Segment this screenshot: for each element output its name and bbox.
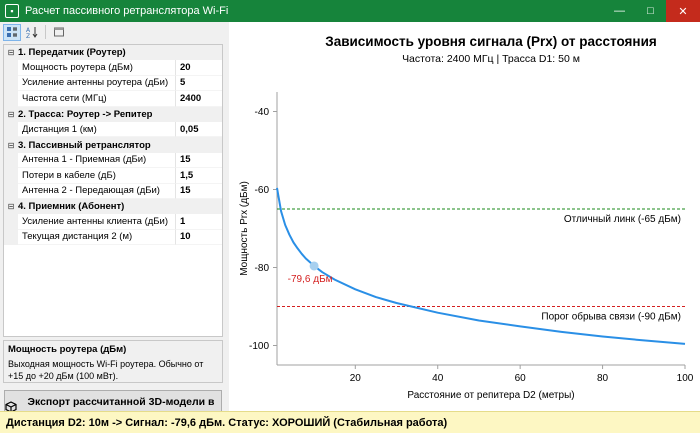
property-name: Потери в кабеле (дБ) xyxy=(18,168,176,184)
row-gutter xyxy=(4,183,18,199)
collapse-icon[interactable]: ⊟ xyxy=(4,141,18,150)
svg-text:Z: Z xyxy=(26,33,30,38)
x-tick-label: 100 xyxy=(677,373,694,384)
property-name: Частота сети (МГц) xyxy=(18,91,176,107)
property-name: Усиление антенны роутера (дБи) xyxy=(18,75,176,92)
property-name: Антенна 1 - Приемная (дБи) xyxy=(18,152,176,169)
left-panel: AZ ⊟ 1. Передатчик (Роутер) Мощность роуте… xyxy=(0,22,226,428)
category-label: 1. Передатчик (Роутер) xyxy=(18,47,126,59)
property-name: Дистанция 1 (км) xyxy=(18,121,176,138)
row-gutter xyxy=(4,121,18,138)
chart-subtitle: Частота: 2400 МГц | Трасса D1: 50 м xyxy=(402,53,580,65)
x-tick-label: 80 xyxy=(597,373,609,384)
current-distance-marker xyxy=(309,261,319,271)
y-tick-label: -60 xyxy=(255,185,270,196)
chart-canvas: Зависимость уровня сигнала (Prx) от расс… xyxy=(239,34,694,401)
close-button[interactable]: ✕ xyxy=(666,0,700,22)
alphabetical-icon[interactable]: AZ xyxy=(23,24,41,41)
row-gutter xyxy=(4,229,18,246)
property-name: Усиление антенны клиента (дБи) xyxy=(18,214,176,230)
property-row[interactable]: Текущая дистанция 2 (м) 10 xyxy=(4,229,222,246)
property-name: Мощность роутера (дБм) xyxy=(18,60,176,76)
row-gutter xyxy=(4,214,18,230)
category-label: 2. Трасса: Роутер -> Репитер xyxy=(18,108,153,120)
category-label: 3. Пассивный ретранслятор xyxy=(18,139,151,151)
property-value[interactable]: 10 xyxy=(176,230,222,246)
minimize-button[interactable]: — xyxy=(604,0,635,22)
property-value[interactable]: 15 xyxy=(176,153,222,169)
collapse-icon[interactable]: ⊟ xyxy=(4,202,18,211)
collapse-icon[interactable]: ⊟ xyxy=(4,110,18,119)
description-title: Мощность роутера (дБм) xyxy=(8,344,127,355)
row-gutter xyxy=(4,152,18,169)
property-grid-toolbar: AZ xyxy=(0,22,226,42)
x-tick-label: 60 xyxy=(515,373,527,384)
x-axis-label: Расстояние от репитера D2 (метры) xyxy=(407,390,574,401)
maximize-button[interactable]: □ xyxy=(635,0,666,22)
property-value[interactable]: 1 xyxy=(176,214,222,230)
threshold-label: Порог обрыва связи (-90 дБм) xyxy=(541,311,681,323)
row-gutter xyxy=(4,168,18,184)
status-bar: Дистанция D2: 10м -> Сигнал: -79,6 дБм. … xyxy=(0,411,700,433)
property-category[interactable]: ⊟ 2. Трасса: Роутер -> Репитер xyxy=(4,106,222,122)
y-axis-label: Мощность Prx (дБм) xyxy=(239,181,250,276)
title-bar: ▪ Расчет пассивного ретранслятора Wi-Fi … xyxy=(0,0,700,22)
chart-title: Зависимость уровня сигнала (Prx) от расс… xyxy=(325,34,657,49)
window-title: Расчет пассивного ретранслятора Wi-Fi xyxy=(25,5,229,17)
property-row[interactable]: Частота сети (МГц) 2400 xyxy=(4,91,222,107)
description-text: Выходная мощность Wi-Fi роутера. Обычно … xyxy=(8,359,204,381)
collapse-icon[interactable]: ⊟ xyxy=(4,48,18,57)
categorized-icon[interactable] xyxy=(3,23,21,41)
row-gutter xyxy=(4,60,18,76)
row-gutter xyxy=(4,91,18,107)
property-row[interactable]: Антенна 1 - Приемная (дБи) 15 xyxy=(4,152,222,169)
description-panel: Мощность роутера (дБм) Выходная мощность… xyxy=(3,340,223,383)
x-tick-label: 40 xyxy=(432,373,444,384)
property-row[interactable]: Усиление антенны роутера (дБи) 5 xyxy=(4,75,222,92)
category-label: 4. Приемник (Абонент) xyxy=(18,201,125,213)
threshold-label: Отличный линк (-65 дБм) xyxy=(564,214,681,225)
y-tick-label: -80 xyxy=(255,263,270,274)
property-row[interactable]: Антенна 2 - Передающая (дБи) 15 xyxy=(4,183,222,199)
y-tick-label: -40 xyxy=(255,107,270,118)
property-row[interactable]: Дистанция 1 (км) 0,05 xyxy=(4,121,222,138)
property-row[interactable]: Усиление антенны клиента (дБи) 1 xyxy=(4,214,222,230)
property-category[interactable]: ⊟ 3. Пассивный ретранслятор xyxy=(4,137,222,153)
property-row[interactable]: Потери в кабеле (дБ) 1,5 xyxy=(4,168,222,184)
property-name: Антенна 2 - Передающая (дБи) xyxy=(18,183,176,199)
property-category[interactable]: ⊟ 1. Передатчик (Роутер) xyxy=(4,45,222,61)
property-grid[interactable]: ⊟ 1. Передатчик (Роутер) Мощность роутера … xyxy=(3,44,223,337)
marker-label: -79,6 дБм xyxy=(288,274,333,285)
property-value[interactable]: 15 xyxy=(176,184,222,199)
property-value[interactable]: 0,05 xyxy=(176,122,222,138)
signal-chart: Зависимость уровня сигнала (Prx) от расс… xyxy=(229,22,700,411)
property-pages-icon[interactable] xyxy=(50,24,68,41)
property-row[interactable]: Мощность роутера (дБм) 20 xyxy=(4,60,222,76)
property-name: Текущая дистанция 2 (м) xyxy=(18,229,176,246)
row-gutter xyxy=(4,75,18,92)
x-tick-label: 20 xyxy=(350,373,362,384)
property-value[interactable]: 5 xyxy=(176,76,222,92)
property-value[interactable]: 20 xyxy=(176,60,222,76)
toolbar-separator xyxy=(45,25,46,39)
y-tick-label: -100 xyxy=(249,341,269,352)
property-value[interactable]: 2400 xyxy=(176,91,222,107)
app-icon: ▪ xyxy=(5,4,19,18)
property-value[interactable]: 1,5 xyxy=(176,168,222,184)
property-category[interactable]: ⊟ 4. Приемник (Абонент) xyxy=(4,198,222,215)
